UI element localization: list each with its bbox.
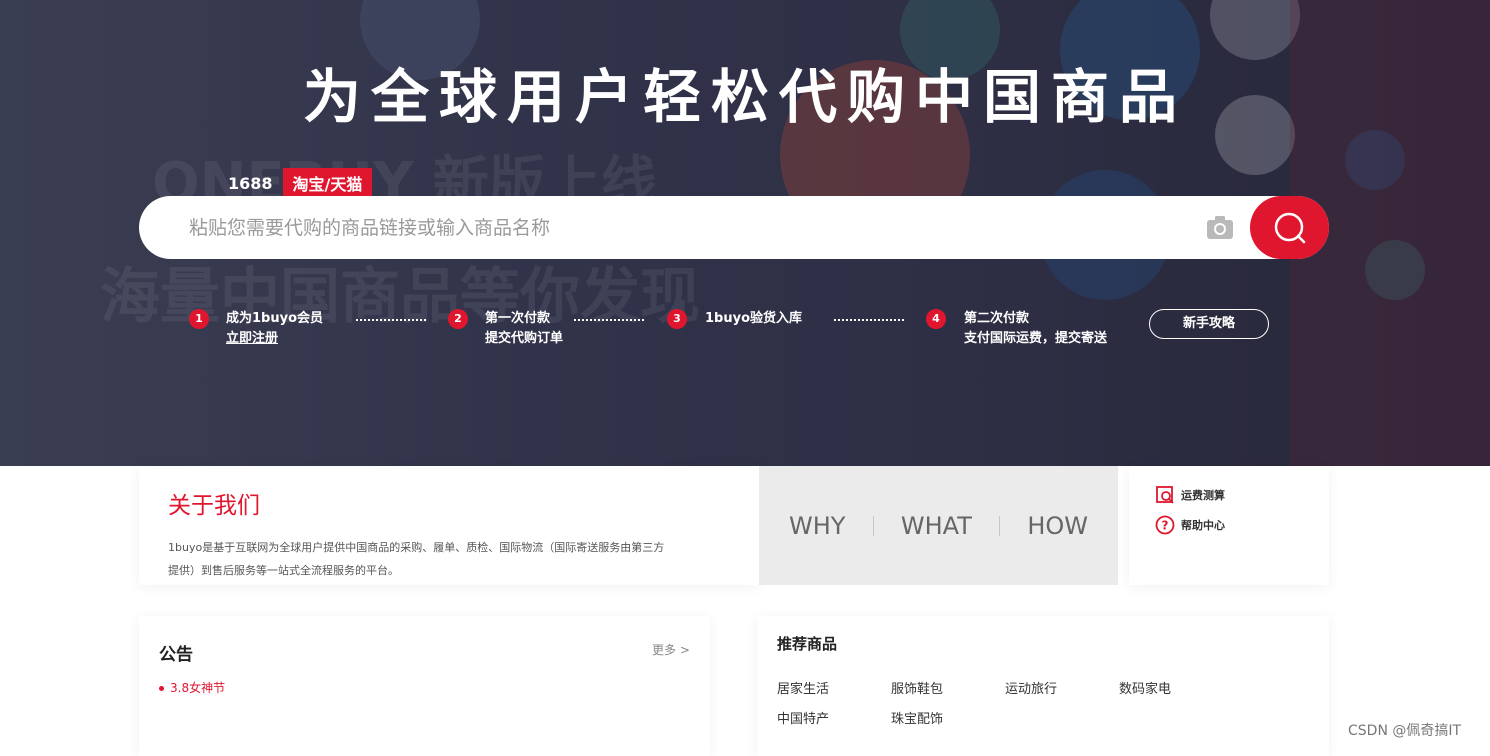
tool-label: 帮助中心 [1181,519,1225,532]
announcement-title: 公告 [159,645,193,665]
shipping-calculator-link[interactable]: 运费测算 [1155,485,1225,505]
shipping-calc-icon [1156,486,1174,504]
search-input[interactable] [189,206,1199,249]
about-title: 关于我们 [168,493,260,519]
divider [872,515,874,536]
search-icon [1274,212,1305,243]
category-link[interactable]: 居家生活 [777,678,829,697]
svg-text:?: ? [1162,519,1169,533]
beginner-guide-button[interactable]: 新手攻略 [1149,309,1269,339]
search-bar [139,196,1329,259]
step-label: 成为1buyo会员 [226,311,324,326]
category-link[interactable]: 数码家电 [1119,678,1171,697]
announcement-text: 3.8女神节 [170,681,226,695]
announcement-panel: 公告 更多 > 3.8女神节 [139,616,710,756]
category-link[interactable]: 运动旅行 [1005,678,1057,697]
step-number: 4 [926,309,946,329]
step-label: 1buyo验货入库 [705,311,803,326]
more-link[interactable]: 更多 > [652,641,690,658]
step-label: 第一次付款 [485,311,551,326]
quick-tools-panel: 运费测算 ? 帮助中心 [1129,466,1329,585]
category-link[interactable]: 珠宝配饰 [891,708,943,727]
category-link[interactable]: 中国特产 [777,708,829,727]
step-connector [834,319,904,321]
bullet-icon [159,686,164,691]
what-link[interactable]: WHAT [901,512,972,540]
tool-label: 运费测算 [1181,489,1225,502]
recommended-products-panel: 推荐商品 居家生活 服饰鞋包 运动旅行 数码家电 中国特产 珠宝配饰 [757,616,1329,756]
help-center-link[interactable]: ? 帮助中心 [1155,515,1225,535]
announcement-item[interactable]: 3.8女神节 [159,679,225,696]
step-2: 第一次付款 提交代购订单 [485,309,563,349]
about-panel: 关于我们 1buyo是基于互联网为全球用户提供中国商品的采购、履单、质检、国际物… [139,466,759,585]
register-link[interactable]: 立即注册 [226,329,323,349]
step-3: 1buyo验货入库 [705,309,802,329]
step-number: 3 [667,309,687,329]
hero-title: 为全球用户轻松代购中国商品 [302,63,1187,131]
step-label: 第二次付款 [964,311,1030,326]
step-1: 成为1buyo会员 立即注册 [226,309,323,349]
watermark: CSDN @佩奇搞IT [1348,723,1462,739]
about-description: 1buyo是基于互联网为全球用户提供中国商品的采购、履单、质检、国际物流（国际寄… [168,541,665,577]
hero-banner: ONEBUY 新版上线 海量中国商品等你发现 为全球用户轻松代购中国商品 168… [0,0,1490,466]
step-connector [574,319,644,321]
step-number: 1 [189,309,209,329]
why-what-how-panel: WHY WHAT HOW [759,466,1118,585]
search-source-tabs: 1688 淘宝/天猫 [218,168,373,198]
tab-1688[interactable]: 1688 [218,171,283,196]
category-link[interactable]: 服饰鞋包 [891,678,943,697]
step-number: 2 [448,309,468,329]
step-sublabel: 支付国际运费，提交寄送 [964,331,1108,346]
tab-taobao-tmall[interactable]: 淘宝/天猫 [282,168,373,198]
step-4: 第二次付款 支付国际运费，提交寄送 [964,309,1107,349]
why-link[interactable]: WHY [789,512,845,540]
help-icon: ? [1155,515,1175,535]
camera-icon[interactable] [1205,213,1235,241]
process-steps: 1 成为1buyo会员 立即注册 2 第一次付款 提交代购订单 3 1buyo验… [0,309,1490,349]
search-button[interactable] [1250,196,1329,259]
recommended-title: 推荐商品 [777,635,838,653]
step-sublabel: 提交代购订单 [485,331,564,346]
divider [999,515,1001,536]
step-connector [356,319,426,321]
how-link[interactable]: HOW [1027,512,1088,540]
